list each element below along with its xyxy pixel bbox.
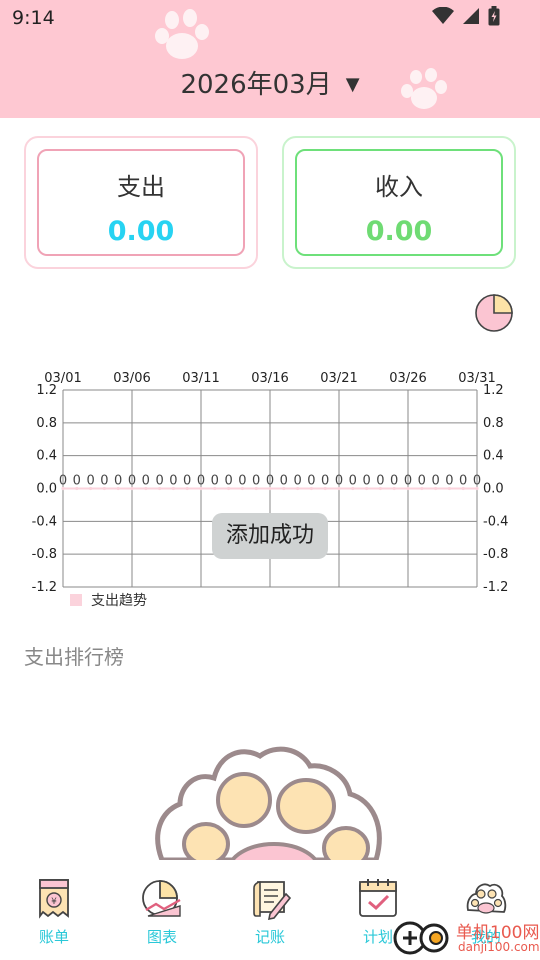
x-tick-label: 03/06 xyxy=(113,371,150,386)
nav-label-charts: 图表 xyxy=(146,928,177,946)
notebook-icon xyxy=(253,881,292,920)
y-tick-labels-left: 1.2 0.8 0.4 0.0 -0.4 -0.8 -1.2 xyxy=(32,383,57,595)
calendar-check-icon xyxy=(359,879,397,917)
nav-item-charts[interactable]: 图表 xyxy=(108,876,216,947)
y-tick-label-left: -0.4 xyxy=(32,514,57,529)
data-label: 0 xyxy=(142,474,150,489)
data-label: 0 xyxy=(459,474,467,489)
expense-label: 支出 xyxy=(117,173,165,201)
x-tick-label: 03/16 xyxy=(251,371,288,386)
data-label: 0 xyxy=(183,474,191,489)
data-label: 0 xyxy=(390,474,398,489)
nav-item-record[interactable]: 记账 xyxy=(216,876,324,947)
x-tick-label: 03/11 xyxy=(182,371,219,386)
wifi-icon xyxy=(432,7,454,24)
y-tick-label-right: -0.8 xyxy=(483,547,508,562)
data-label: 0 xyxy=(266,474,274,489)
data-label: 0 xyxy=(86,474,94,489)
expense-card: 支出 0.00 xyxy=(24,136,258,269)
x-tick-labels: 03/01 03/06 03/11 03/16 03/21 03/26 03/31 xyxy=(44,371,495,386)
data-label: 0 xyxy=(418,474,426,489)
chart-icon xyxy=(142,880,181,917)
data-label: 0 xyxy=(293,474,301,489)
expense-value: 0.00 xyxy=(107,216,175,247)
y-tick-label-left: -0.8 xyxy=(32,547,57,562)
pie-chart-icon[interactable] xyxy=(473,292,515,334)
data-label: 0 xyxy=(114,474,122,489)
month-label: 2026年03月 xyxy=(180,70,332,100)
signal-icon xyxy=(463,8,479,24)
income-value: 0.00 xyxy=(365,216,433,247)
data-label: 0 xyxy=(100,474,108,489)
data-label: 0 xyxy=(252,474,260,489)
data-label: 0 xyxy=(431,474,439,489)
toast-message: 添加成功 xyxy=(212,513,328,559)
app-header: 9:14 2026年03月 ▼ xyxy=(0,0,540,118)
battery-icon xyxy=(488,6,500,26)
income-label: 收入 xyxy=(375,173,423,201)
chart-series: 0000000000000000000000000000000 xyxy=(59,474,481,491)
y-tick-labels-right: 1.2 0.8 0.4 0.0 -0.4 -0.8 -1.2 xyxy=(483,383,508,595)
status-time: 9:14 xyxy=(12,7,55,29)
data-label: 0 xyxy=(238,474,246,489)
data-label: 0 xyxy=(376,474,384,489)
data-label: 0 xyxy=(280,474,288,489)
nav-label-record: 记账 xyxy=(254,928,285,946)
ranking-title: 支出排行榜 xyxy=(24,645,124,669)
data-label: 0 xyxy=(307,474,315,489)
legend-swatch xyxy=(70,594,82,606)
caret-down-icon: ▼ xyxy=(345,74,360,95)
data-label: 0 xyxy=(169,474,177,489)
income-card-inner: 收入 0.00 xyxy=(295,149,503,256)
y-tick-label-left: 0.4 xyxy=(36,449,57,464)
data-label: 0 xyxy=(73,474,81,489)
y-tick-label-right: 0.4 xyxy=(483,449,504,464)
y-tick-label-right: -0.4 xyxy=(483,514,508,529)
data-label: 0 xyxy=(362,474,370,489)
empty-paw-illustration-icon xyxy=(155,746,382,860)
paw-decoration-icon xyxy=(155,9,209,59)
paw-profile-icon xyxy=(466,883,507,914)
status-icons xyxy=(432,6,500,26)
data-label: 0 xyxy=(335,474,343,489)
x-tick-label: 03/26 xyxy=(389,371,426,386)
nav-item-bills[interactable]: ¥ 账单 xyxy=(0,876,108,947)
legend-label: 支出趋势 xyxy=(91,593,147,609)
month-picker[interactable]: 2026年03月 ▼ xyxy=(0,64,540,101)
watermark-logo-icon xyxy=(393,921,449,955)
y-tick-label-left: -1.2 xyxy=(32,580,57,595)
y-tick-label-right: 0.0 xyxy=(483,482,504,497)
data-label: 0 xyxy=(445,474,453,489)
data-label: 0 xyxy=(128,474,136,489)
y-tick-label-left: 0.8 xyxy=(36,416,57,431)
x-tick-label: 03/21 xyxy=(320,371,357,386)
y-tick-label-left: 0.0 xyxy=(36,482,57,497)
data-label: 0 xyxy=(473,474,481,489)
svg-text:¥: ¥ xyxy=(51,897,57,907)
data-label: 0 xyxy=(224,474,232,489)
y-tick-label-right: -1.2 xyxy=(483,580,508,595)
receipt-icon: ¥ xyxy=(39,879,69,919)
y-tick-label-left: 1.2 xyxy=(36,383,57,398)
nav-label-bills: 账单 xyxy=(38,928,69,946)
expense-trend-chart: 03/01 03/06 03/11 03/16 03/21 03/26 03/31 1.20… xyxy=(32,371,509,595)
data-label: 0 xyxy=(349,474,357,489)
data-label: 0 xyxy=(404,474,412,489)
site-watermark: 单机100网 danji100.com xyxy=(392,918,540,958)
data-label: 0 xyxy=(59,474,67,489)
watermark-subtext: danji100.com xyxy=(458,940,540,954)
expense-card-inner: 支出 0.00 xyxy=(37,149,245,256)
chart-legend: 支出趋势 xyxy=(70,590,147,610)
data-label: 0 xyxy=(321,474,329,489)
data-label: 0 xyxy=(155,474,163,489)
data-label: 0 xyxy=(197,474,205,489)
data-label: 0 xyxy=(211,474,219,489)
y-tick-label-right: 0.8 xyxy=(483,416,504,431)
income-card: 收入 0.00 xyxy=(282,136,516,269)
y-tick-label-right: 1.2 xyxy=(483,383,504,398)
